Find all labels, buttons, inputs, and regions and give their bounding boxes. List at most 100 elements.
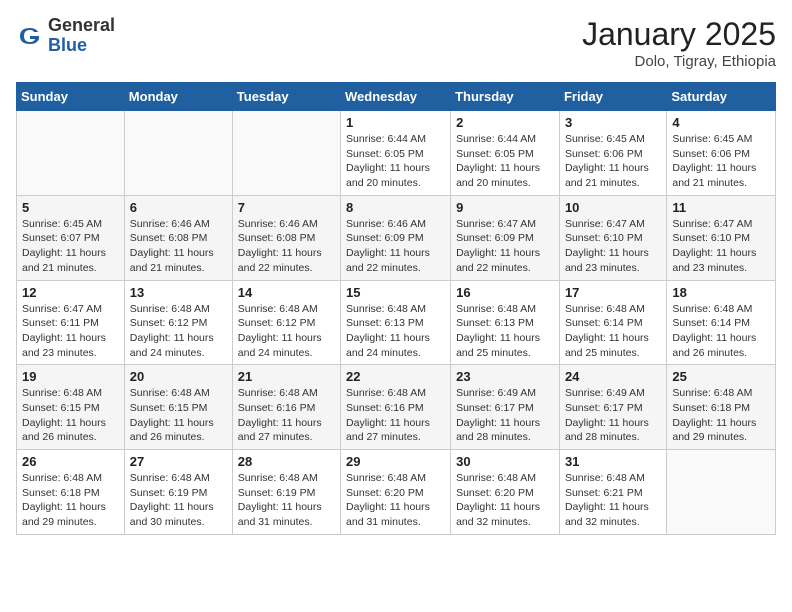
day-info: Sunrise: 6:48 AM Sunset: 6:12 PM Dayligh… <box>130 302 227 361</box>
day-number: 17 <box>565 285 661 300</box>
day-number: 18 <box>672 285 770 300</box>
day-number: 22 <box>346 369 445 384</box>
logo-icon <box>16 22 44 50</box>
day-info: Sunrise: 6:48 AM Sunset: 6:19 PM Dayligh… <box>238 471 335 530</box>
calendar-cell: 17 Sunrise: 6:48 AM Sunset: 6:14 PM Dayli… <box>559 280 666 365</box>
calendar-cell: 9Sunrise: 6:47 AM Sunset: 6:09 PM Daylig… <box>451 195 560 280</box>
day-info: Sunrise: 6:45 AM Sunset: 6:06 PM Dayligh… <box>672 132 770 191</box>
day-info: Sunrise: 6:48 AM Sunset: 6:18 PM Dayligh… <box>22 471 119 530</box>
day-info: Sunrise: 6:46 AM Sunset: 6:08 PM Dayligh… <box>238 217 335 276</box>
day-info: Sunrise: 6:46 AM Sunset: 6:09 PM Dayligh… <box>346 217 445 276</box>
day-info: Sunrise: 6:45 AM Sunset: 6:07 PM Dayligh… <box>22 217 119 276</box>
day-info: Sunrise: 6:48 AM Sunset: 6:15 PM Dayligh… <box>22 386 119 445</box>
day-number: 2 <box>456 115 554 130</box>
day-info: Sunrise: 6:47 AM Sunset: 6:11 PM Dayligh… <box>22 302 119 361</box>
day-number: 28 <box>238 454 335 469</box>
calendar-cell: 30Sunrise: 6:48 AM Sunset: 6:20 PM Dayli… <box>451 450 560 535</box>
calendar-cell: 21Sunrise: 6:48 AM Sunset: 6:16 PM Dayli… <box>232 365 340 450</box>
calendar-cell: 1 Sunrise: 6:44 AM Sunset: 6:05 PM Daylig… <box>341 111 451 196</box>
calendar-cell: 15 Sunrise: 6:48 AM Sunset: 6:13 PM Dayli… <box>341 280 451 365</box>
day-number: 25 <box>672 369 770 384</box>
weekday-header-tuesday: Tuesday <box>232 83 340 111</box>
day-info: Sunrise: 6:48 AM Sunset: 6:13 PM Dayligh… <box>456 302 554 361</box>
day-number: 19 <box>22 369 119 384</box>
day-number: 13 <box>130 285 227 300</box>
page-header: General Blue January 2025 Dolo, Tigray, … <box>16 16 776 70</box>
day-info: Sunrise: 6:48 AM Sunset: 6:18 PM Dayligh… <box>672 386 770 445</box>
day-number: 4 <box>672 115 770 130</box>
calendar-cell: 31 Sunrise: 6:48 AM Sunset: 6:21 PM Dayli… <box>559 450 666 535</box>
day-info: Sunrise: 6:47 AM Sunset: 6:09 PM Dayligh… <box>456 217 554 276</box>
calendar-cell: 5 Sunrise: 6:45 AM Sunset: 6:07 PM Daylig… <box>17 195 125 280</box>
calendar-cell: 11 Sunrise: 6:47 AM Sunset: 6:10 PM Dayli… <box>667 195 776 280</box>
day-number: 10 <box>565 200 661 215</box>
calendar-cell <box>232 111 340 196</box>
day-info: Sunrise: 6:48 AM Sunset: 6:12 PM Dayligh… <box>238 302 335 361</box>
day-number: 6 <box>130 200 227 215</box>
calendar-cell: 16 Sunrise: 6:48 AM Sunset: 6:13 PM Dayli… <box>451 280 560 365</box>
day-info: Sunrise: 6:48 AM Sunset: 6:14 PM Dayligh… <box>672 302 770 361</box>
calendar-cell: 7 Sunrise: 6:46 AM Sunset: 6:08 PM Daylig… <box>232 195 340 280</box>
day-info: Sunrise: 6:47 AM Sunset: 6:10 PM Dayligh… <box>565 217 661 276</box>
calendar-cell: 6 Sunrise: 6:46 AM Sunset: 6:08 PM Daylig… <box>124 195 232 280</box>
calendar-subtitle: Dolo, Tigray, Ethiopia <box>582 53 776 70</box>
day-info: Sunrise: 6:48 AM Sunset: 6:21 PM Dayligh… <box>565 471 661 530</box>
weekday-header-monday: Monday <box>124 83 232 111</box>
day-number: 15 <box>346 285 445 300</box>
day-number: 21 <box>238 369 335 384</box>
day-info: Sunrise: 6:47 AM Sunset: 6:10 PM Dayligh… <box>672 217 770 276</box>
day-number: 11 <box>672 200 770 215</box>
calendar-cell: 3 Sunrise: 6:45 AM Sunset: 6:06 PM Daylig… <box>559 111 666 196</box>
day-info: Sunrise: 6:48 AM Sunset: 6:15 PM Dayligh… <box>130 386 227 445</box>
calendar-cell <box>667 450 776 535</box>
calendar-table: SundayMondayTuesdayWednesdayThursdayFrid… <box>16 82 776 535</box>
calendar-cell: 2 Sunrise: 6:44 AM Sunset: 6:05 PM Daylig… <box>451 111 560 196</box>
calendar-cell: 10 Sunrise: 6:47 AM Sunset: 6:10 PM Dayli… <box>559 195 666 280</box>
calendar-cell: 20 Sunrise: 6:48 AM Sunset: 6:15 PM Dayli… <box>124 365 232 450</box>
day-info: Sunrise: 6:44 AM Sunset: 6:05 PM Dayligh… <box>456 132 554 191</box>
day-info: Sunrise: 6:48 AM Sunset: 6:13 PM Dayligh… <box>346 302 445 361</box>
day-number: 20 <box>130 369 227 384</box>
day-info: Sunrise: 6:44 AM Sunset: 6:05 PM Dayligh… <box>346 132 445 191</box>
day-number: 7 <box>238 200 335 215</box>
day-number: 23 <box>456 369 554 384</box>
day-number: 26 <box>22 454 119 469</box>
weekday-header-friday: Friday <box>559 83 666 111</box>
calendar-cell: 18 Sunrise: 6:48 AM Sunset: 6:14 PM Dayli… <box>667 280 776 365</box>
day-number: 27 <box>130 454 227 469</box>
calendar-cell: 14 Sunrise: 6:48 AM Sunset: 6:12 PM Dayli… <box>232 280 340 365</box>
calendar-cell: 4 Sunrise: 6:45 AM Sunset: 6:06 PM Daylig… <box>667 111 776 196</box>
weekday-header-wednesday: Wednesday <box>341 83 451 111</box>
weekday-header-sunday: Sunday <box>17 83 125 111</box>
day-number: 5 <box>22 200 119 215</box>
day-number: 12 <box>22 285 119 300</box>
day-number: 8 <box>346 200 445 215</box>
day-info: Sunrise: 6:46 AM Sunset: 6:08 PM Dayligh… <box>130 217 227 276</box>
calendar-cell: 23Sunrise: 6:49 AM Sunset: 6:17 PM Dayli… <box>451 365 560 450</box>
weekday-header-thursday: Thursday <box>451 83 560 111</box>
day-info: Sunrise: 6:45 AM Sunset: 6:06 PM Dayligh… <box>565 132 661 191</box>
day-number: 3 <box>565 115 661 130</box>
calendar-cell: 26 Sunrise: 6:48 AM Sunset: 6:18 PM Dayli… <box>17 450 125 535</box>
day-number: 16 <box>456 285 554 300</box>
day-number: 1 <box>346 115 445 130</box>
weekday-header-saturday: Saturday <box>667 83 776 111</box>
calendar-cell: 27Sunrise: 6:48 AM Sunset: 6:19 PM Dayli… <box>124 450 232 535</box>
calendar-cell: 25 Sunrise: 6:48 AM Sunset: 6:18 PM Dayli… <box>667 365 776 450</box>
logo-blue-text: Blue <box>48 36 115 56</box>
weekday-header-row: SundayMondayTuesdayWednesdayThursdayFrid… <box>17 83 776 111</box>
day-number: 14 <box>238 285 335 300</box>
calendar-cell: 13 Sunrise: 6:48 AM Sunset: 6:12 PM Dayli… <box>124 280 232 365</box>
calendar-cell <box>124 111 232 196</box>
calendar-week-row: 12 Sunrise: 6:47 AM Sunset: 6:11 PM Dayli… <box>17 280 776 365</box>
calendar-week-row: 5 Sunrise: 6:45 AM Sunset: 6:07 PM Daylig… <box>17 195 776 280</box>
day-number: 24 <box>565 369 661 384</box>
calendar-cell: 22Sunrise: 6:48 AM Sunset: 6:16 PM Dayli… <box>341 365 451 450</box>
calendar-cell <box>17 111 125 196</box>
day-number: 31 <box>565 454 661 469</box>
day-number: 29 <box>346 454 445 469</box>
day-info: Sunrise: 6:48 AM Sunset: 6:14 PM Dayligh… <box>565 302 661 361</box>
logo-general-text: General <box>48 16 115 36</box>
day-info: Sunrise: 6:48 AM Sunset: 6:20 PM Dayligh… <box>456 471 554 530</box>
day-info: Sunrise: 6:49 AM Sunset: 6:17 PM Dayligh… <box>565 386 661 445</box>
